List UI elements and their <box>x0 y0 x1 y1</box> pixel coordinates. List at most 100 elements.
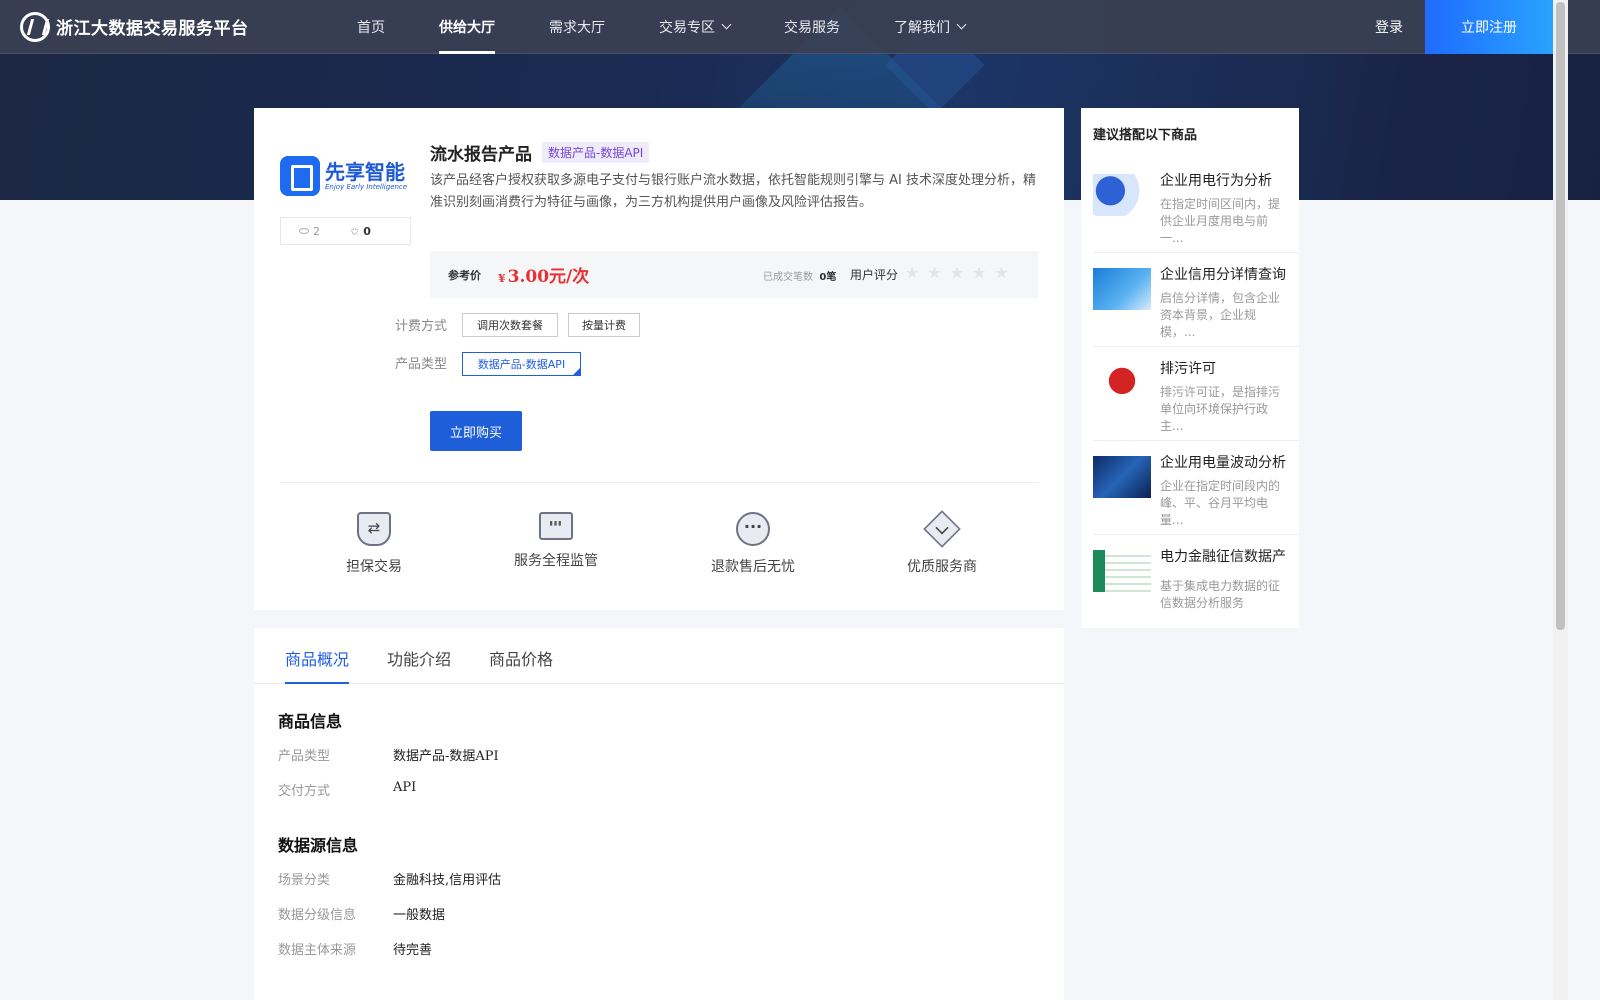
product-card: 先享智能 Enjoy Early Intelligence 2 ✩ 0 流水报告产… <box>254 108 1064 610</box>
recommendation-name: 企业用电量波动分析 <box>1160 455 1286 471</box>
shield-icon <box>357 512 391 546</box>
recommendation-desc: 基于集成电力数据的征信数据分析服务 <box>1160 579 1281 610</box>
tab-overview[interactable]: 商品概况 <box>285 646 350 684</box>
register-button[interactable]: 立即注册 <box>1425 0 1553 54</box>
recommendation-desc: 在指定时间区间内，提供企业月度用电与前一... <box>1160 197 1281 245</box>
nav-item-label: 了解我们 <box>894 19 950 36</box>
info-row-label: 场景分类 <box>278 873 331 888</box>
star-icon[interactable]: ★ <box>927 263 941 282</box>
favorite-count: 0 <box>363 224 371 238</box>
recommendation-sidebar: 建议搭配以下商品 企业用电行为分析 在指定时间区间内，提供企业月度用电与前一..… <box>1081 108 1299 628</box>
login-link[interactable]: 登录 <box>1375 0 1403 54</box>
recommendation-item[interactable]: 电力金融征信数据产 基于集成电力数据的征信数据分析服务 <box>1093 536 1299 629</box>
nav-item-trading-zone[interactable]: 交易专区 <box>632 0 757 54</box>
tab-features[interactable]: 功能介绍 <box>387 646 451 684</box>
feature-quality-provider: 优质服务商 <box>872 510 1012 576</box>
recommendation-name: 排污许可 <box>1160 361 1216 377</box>
price-currency: ¥ <box>498 272 506 285</box>
product-thumbnail <box>1093 456 1151 498</box>
info-row-label: 交付方式 <box>278 784 331 799</box>
info-row-label: 产品类型 <box>278 749 331 764</box>
monitor-icon <box>539 512 573 540</box>
nav-item-supply-hall[interactable]: 供给大厅 <box>412 0 522 54</box>
rating-stars[interactable]: ★ ★ ★ ★ ★ <box>905 263 1017 282</box>
product-thumbnail <box>1093 268 1151 310</box>
price-amount: 3.00元/次 <box>507 267 590 287</box>
nav-item-about-us[interactable]: 了解我们 <box>867 0 992 54</box>
section-title-data-source: 数据源信息 <box>278 836 359 855</box>
info-row-label: 数据分级信息 <box>278 908 357 923</box>
product-title: 流水报告产品 <box>430 145 532 165</box>
nav-item-label: 需求大厅 <box>549 19 605 36</box>
feature-label: 优质服务商 <box>907 559 977 575</box>
view-count: 2 <box>313 224 320 238</box>
section-title-product-info: 商品信息 <box>278 712 343 731</box>
buy-now-button[interactable]: 立即购买 <box>430 411 522 451</box>
product-type-tag: 数据产品-数据API <box>542 142 650 163</box>
type-option-data-api[interactable]: 数据产品-数据API <box>462 352 581 376</box>
nav-item-demand-hall[interactable]: 需求大厅 <box>522 0 632 54</box>
product-thumbnail <box>1093 174 1151 216</box>
recommendation-item[interactable]: 排污许可 排污许可证，是指排污单位向环境保护行政主... <box>1093 348 1299 441</box>
feature-refund-aftersales: 退款售后无忧 <box>683 512 823 576</box>
chevron-down-icon <box>956 19 967 30</box>
feature-label: 担保交易 <box>346 559 402 575</box>
info-row-value: 待完善 <box>393 943 433 958</box>
star-outline-icon: ✩ <box>350 224 360 238</box>
nav-item-label: 交易服务 <box>784 19 840 36</box>
eye-icon <box>299 228 309 234</box>
scrollbar-thumb[interactable] <box>1556 2 1565 630</box>
info-row-value: 一般数据 <box>393 908 446 923</box>
billing-option-package[interactable]: 调用次数套餐 <box>462 313 558 337</box>
divider <box>280 482 1038 483</box>
star-icon[interactable]: ★ <box>950 263 964 282</box>
deal-count: 已成交笔数 0笔 <box>763 268 836 283</box>
info-row-value: 数据产品-数据API <box>393 749 499 764</box>
price-panel: 参考价 ¥3.00元/次 已成交笔数 0笔 用户评分 ★ ★ ★ ★ ★ <box>430 251 1038 298</box>
price-value: ¥3.00元/次 <box>498 262 589 287</box>
nav-item-home[interactable]: 首页 <box>330 0 412 54</box>
chevron-down-icon <box>721 19 732 30</box>
provider-logo-title: 先享智能 <box>325 160 405 184</box>
brand-link[interactable]: 浙江大数据交易服务平台 <box>20 11 280 42</box>
info-row-value: API <box>393 780 417 795</box>
product-stats: 2 ✩ 0 <box>280 217 411 245</box>
chat-icon <box>736 512 770 546</box>
type-label: 产品类型 <box>395 357 448 372</box>
product-thumbnail <box>1093 362 1151 404</box>
provider-logo-icon <box>280 156 320 196</box>
provider-logo: 先享智能 Enjoy Early Intelligence <box>280 154 410 198</box>
recommendation-item[interactable]: 企业用电量波动分析 企业在指定时间段内的峰、平、谷月平均电量... <box>1093 442 1299 535</box>
billing-label: 计费方式 <box>395 319 448 334</box>
star-icon[interactable]: ★ <box>994 263 1008 282</box>
price-label: 参考价 <box>448 269 481 282</box>
recommendation-item[interactable]: 企业信用分详情查询 启信分详情，包含企业资本背景，企业规模，... <box>1093 254 1299 347</box>
info-row-value: 金融科技,信用评估 <box>393 873 502 888</box>
top-navigation: 浙江大数据交易服务平台 首页 供给大厅 需求大厅 交易专区 交易服务 了解我们 … <box>0 0 1600 54</box>
billing-option-metered[interactable]: 按量计费 <box>568 313 640 337</box>
recommendation-desc: 启信分详情，包含企业资本背景，企业规模，... <box>1160 291 1281 339</box>
info-row-label: 数据主体来源 <box>278 943 357 958</box>
feature-guaranteed-trade: 担保交易 <box>304 512 444 576</box>
star-icon[interactable]: ★ <box>905 263 919 282</box>
deal-count-label: 已成交笔数 <box>763 272 813 283</box>
star-icon[interactable]: ★ <box>972 263 986 282</box>
sidebar-title: 建议搭配以下商品 <box>1093 128 1198 143</box>
recommendation-item[interactable]: 企业用电行为分析 在指定时间区间内，提供企业月度用电与前一... <box>1093 160 1299 253</box>
feature-label: 服务全程监管 <box>514 553 598 569</box>
recommendation-desc: 排污许可证，是指排污单位向环境保护行政主... <box>1160 385 1281 433</box>
recommendation-name: 企业用电行为分析 <box>1160 173 1272 189</box>
recommendation-name: 电力金融征信数据产 <box>1160 549 1286 565</box>
diamond-icon <box>923 510 961 548</box>
nav-item-label: 交易专区 <box>659 19 715 36</box>
nav-menu: 首页 供给大厅 需求大厅 交易专区 交易服务 了解我们 <box>330 0 992 54</box>
product-description: 该产品经客户授权获取多源电子支付与银行账户流水数据，依托智能规则引擎与 AI 技… <box>430 173 1036 210</box>
feature-label: 退款售后无忧 <box>711 559 795 575</box>
product-thumbnail <box>1093 550 1151 592</box>
nav-item-label: 供给大厅 <box>439 19 495 36</box>
provider-logo-subtitle: Enjoy Early Intelligence <box>325 183 408 191</box>
nav-item-trading-service[interactable]: 交易服务 <box>757 0 867 54</box>
tab-pricing[interactable]: 商品价格 <box>489 646 553 684</box>
product-detail-panel: 商品概况 功能介绍 商品价格 商品信息 产品类型 数据产品-数据API 交付方式… <box>254 628 1064 1000</box>
nav-item-label: 首页 <box>357 19 385 36</box>
